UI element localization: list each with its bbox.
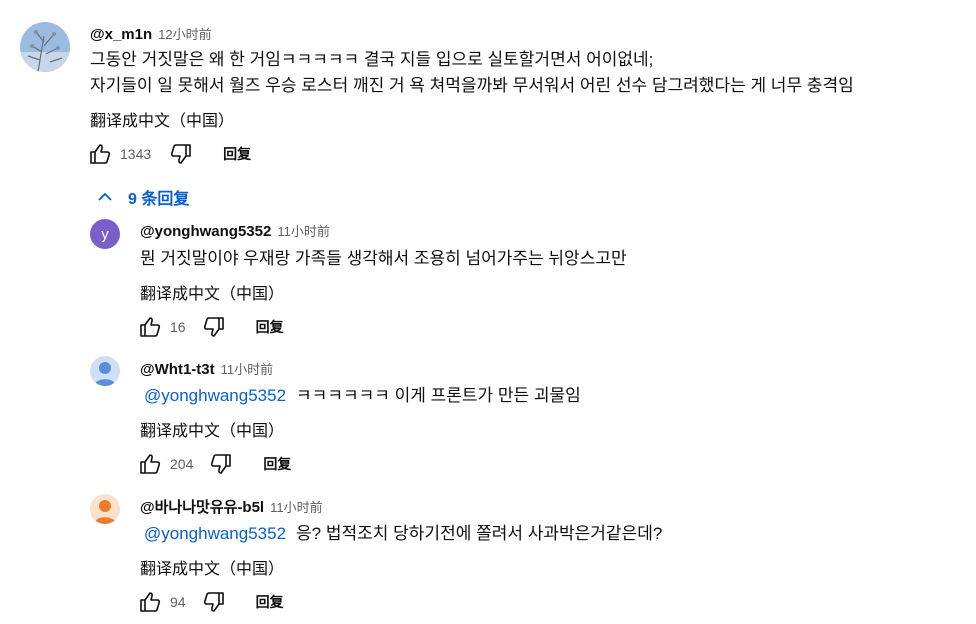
reply-text: @yonghwang5352 ㅋㅋㅋㅋㅋㅋ 이게 프론트가 만든 괴물임: [144, 383, 581, 409]
reply-actions: 16 回复: [136, 313, 284, 341]
reply-button[interactable]: 回复: [223, 144, 251, 164]
translate-button[interactable]: 翻译成中文（中国）: [140, 555, 284, 579]
reply-button[interactable]: 回复: [263, 454, 291, 474]
like-count: 1343: [120, 146, 152, 162]
reply-author[interactable]: @바나나맛유유-b5l: [140, 499, 264, 516]
chevron-up-icon: [94, 186, 116, 208]
comment-author[interactable]: @x_m1n: [90, 26, 152, 43]
dislike-icon[interactable]: [207, 450, 235, 478]
default-user-icon: [94, 500, 116, 524]
dislike-icon[interactable]: [200, 588, 228, 616]
like-count: 16: [170, 319, 186, 335]
comment-text: 그동안 거짓말은 왜 한 거임ㅋㅋㅋㅋㅋ 결국 지들 입으로 실토할거면서 어이…: [90, 47, 854, 99]
default-user-icon: [94, 362, 116, 386]
translate-button[interactable]: 翻译成中文（中国）: [140, 280, 284, 304]
like-count: 94: [170, 594, 186, 610]
reply-text: 뭔 거짓말이야 우재랑 가족들 생각해서 조용히 넘어가주는 뉘앙스고만: [140, 249, 627, 268]
reply-time[interactable]: 11小时前: [270, 500, 323, 515]
comment-text-line-2: 자기들이 일 못해서 월즈 우승 로스터 깨진 거 욕 쳐먹을까봐 무서워서 어…: [90, 76, 854, 95]
mention-link[interactable]: @yonghwang5352: [144, 524, 286, 543]
reply-text-content: ㅋㅋㅋㅋㅋㅋ 이게 프론트가 만든 괴물임: [296, 386, 581, 405]
comment-actions: 1343 回复: [86, 140, 251, 168]
comment-text-line-1: 그동안 거짓말은 왜 한 거임ㅋㅋㅋㅋㅋ 결국 지들 입으로 실토할거면서 어이…: [90, 50, 654, 69]
avatar[interactable]: y: [90, 219, 120, 249]
comment-time[interactable]: 12小时前: [158, 27, 211, 42]
mention-link[interactable]: @yonghwang5352: [144, 386, 286, 405]
avatar-letter: y: [101, 225, 109, 243]
replies-toggle-label: 9 条回复: [128, 191, 190, 208]
reply-time[interactable]: 11小时前: [221, 362, 274, 377]
reply-time[interactable]: 11小时前: [277, 224, 330, 239]
reply-actions: 94 回复: [136, 588, 284, 616]
like-icon[interactable]: [136, 450, 164, 478]
avatar[interactable]: [90, 494, 120, 524]
reply-author-line: @바나나맛유유-b5l 11小时前: [140, 496, 323, 517]
reply-author[interactable]: @Wht1-t3t: [140, 361, 215, 378]
translate-button[interactable]: 翻译成中文（中国）: [90, 107, 234, 131]
reply-text-content: 응? 법적조치 당하기전에 쫄려서 사과박은거같은데?: [296, 524, 663, 543]
reply-button[interactable]: 回复: [256, 317, 284, 337]
reply-author[interactable]: @yonghwang5352: [140, 223, 271, 240]
reply-button[interactable]: 回复: [256, 592, 284, 612]
reply-text: @yonghwang5352 응? 법적조치 당하기전에 쫄려서 사과박은거같은데…: [144, 521, 662, 547]
reply-author-line: @Wht1-t3t 11小时前: [140, 359, 273, 378]
dislike-icon[interactable]: [200, 313, 228, 341]
replies-toggle[interactable]: 9 条回复: [94, 186, 189, 208]
like-icon[interactable]: [136, 588, 164, 616]
translate-button[interactable]: 翻译成中文（中国）: [140, 417, 284, 441]
avatar[interactable]: [90, 356, 120, 386]
like-count: 204: [170, 456, 194, 472]
like-icon[interactable]: [136, 313, 164, 341]
like-icon[interactable]: [86, 140, 114, 168]
reply-actions: 204 回复: [136, 450, 291, 478]
avatar[interactable]: [20, 22, 70, 72]
dislike-icon[interactable]: [167, 140, 195, 168]
comment-author-line: @x_m1n 12小时前: [90, 24, 212, 43]
reply-author-line: @yonghwang5352 11小时前: [140, 221, 330, 240]
